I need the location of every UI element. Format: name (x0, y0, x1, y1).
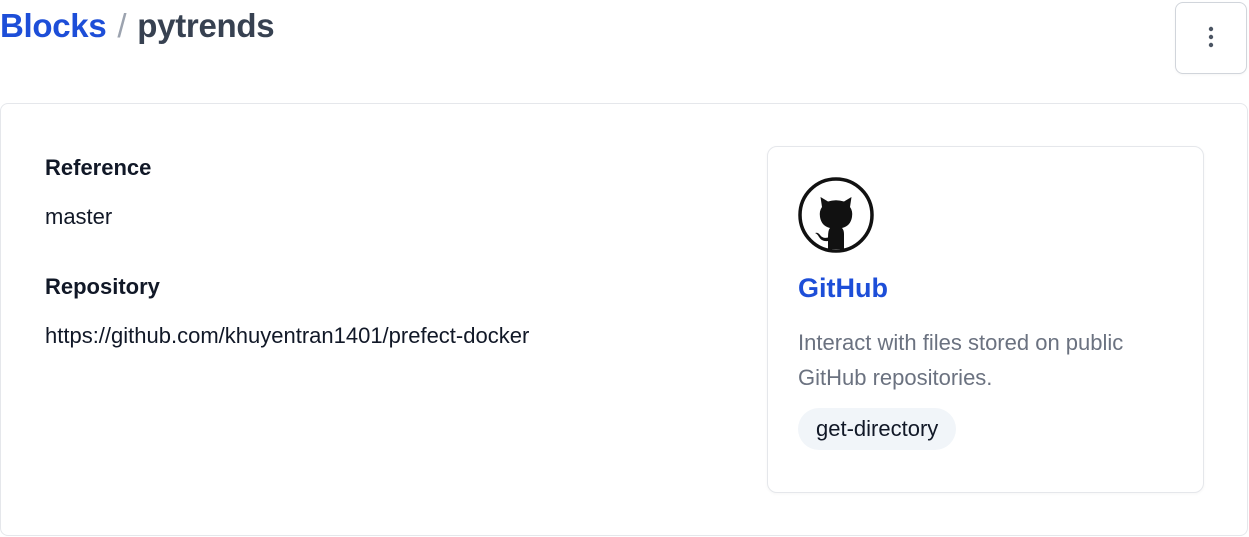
block-detail-page: Blocks / pytrends Reference master Repos… (0, 0, 1249, 537)
breadcrumb: Blocks / pytrends (0, 6, 275, 46)
github-icon (798, 177, 874, 253)
repository-value: https://github.com/khuyentran1401/prefec… (45, 323, 530, 348)
block-type-description: Interact with files stored on public Git… (798, 330, 1124, 390)
breadcrumb-current-block: pytrends (137, 7, 275, 44)
vertical-ellipsis-icon (1208, 26, 1214, 51)
block-actions-menu-button[interactable] (1175, 2, 1247, 74)
reference-label: Reference (45, 155, 152, 180)
breadcrumb-separator: / (117, 7, 127, 44)
block-type-name-link[interactable]: GitHub (798, 271, 888, 305)
block-type-card: GitHub Interact with files stored on pub… (767, 146, 1204, 493)
repository-label: Repository (45, 274, 160, 299)
reference-value: master (45, 204, 113, 229)
breadcrumb-blocks-link[interactable]: Blocks (0, 6, 107, 46)
page-header: Blocks / pytrends (0, 0, 1249, 80)
capability-badge: get-directory (798, 408, 957, 450)
